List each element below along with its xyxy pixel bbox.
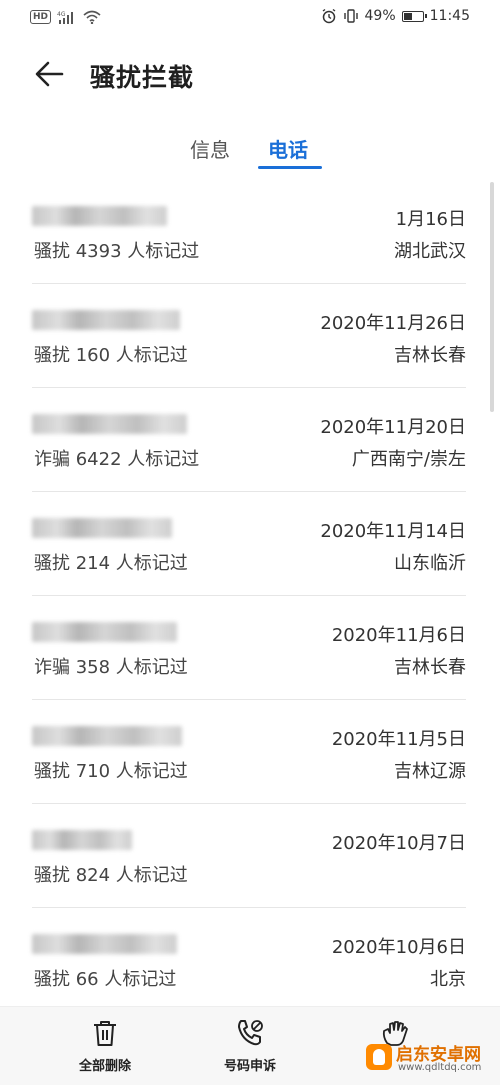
call-date: 2020年11月14日 [320,521,466,542]
scrollbar[interactable] [490,182,494,412]
call-location: 广西南宁/崇左 [351,449,466,470]
clock: 11:45 [429,8,470,24]
wifi-icon [83,10,101,24]
call-tag: 骚扰 214 人标记过 [34,553,188,574]
list-item[interactable]: 2020年10月7日 骚扰 824 人标记过 [0,804,500,908]
app-header: 骚扰拦截 [0,40,500,110]
status-left: HD 4G [30,10,101,24]
vibrate-icon [343,9,358,23]
call-date: 1月16日 [395,209,466,230]
blurred-phone-number [32,414,187,434]
phone-appeal-icon [238,1020,263,1046]
call-tag: 骚扰 710 人标记过 [34,761,188,782]
call-date: 2020年11月6日 [331,625,466,646]
list-item[interactable]: 1月16日 骚扰 4393 人标记过 湖北武汉 [0,180,500,284]
call-date: 2020年10月6日 [331,937,466,958]
battery-icon [401,10,427,22]
number-appeal-label: 号码申诉 [223,1059,276,1074]
call-tag: 骚扰 4393 人标记过 [34,241,200,262]
call-tag: 诈骗 358 人标记过 [34,657,188,678]
blurred-phone-number [32,726,182,746]
call-date: 2020年11月26日 [320,313,466,334]
blurred-phone-number [32,518,172,538]
call-location: 吉林长春 [394,657,466,678]
list-item[interactable]: 2020年11月14日 骚扰 214 人标记过 山东临沂 [0,492,500,596]
call-location: 吉林长春 [394,345,466,366]
status-bar: HD 4G 49% 11:45 [0,0,500,36]
tab-calls[interactable]: 电话 [268,134,308,163]
svg-text:4G: 4G [57,11,66,18]
blurred-phone-number [32,934,177,954]
signal-icon: 4G [57,11,74,24]
call-date: 2020年11月20日 [320,417,466,438]
list-item[interactable]: 2020年11月20日 诈骗 6422 人标记过 广西南宁/崇左 [0,388,500,492]
watermark: 启东安卓网 www.qdltdq.com [366,1040,496,1080]
trash-icon [94,1021,116,1046]
call-location: 吉林辽源 [394,761,466,782]
watermark-url: www.qdltdq.com [398,1062,482,1073]
alarm-icon [322,8,335,24]
call-date: 2020年10月7日 [331,833,466,854]
status-right: 49% 11:45 [321,8,470,24]
back-arrow-icon [35,61,64,87]
call-tag: 诈骗 6422 人标记过 [34,449,200,470]
call-tag: 骚扰 824 人标记过 [34,865,188,886]
call-location: 山东临沂 [394,553,466,574]
page-title: 骚扰拦截 [90,63,195,92]
call-location: 湖北武汉 [394,241,466,262]
battery-percent: 49% [364,8,396,24]
delete-all-label: 全部删除 [78,1059,131,1074]
number-appeal-button[interactable]: 号码申诉 [195,1017,305,1074]
tab-bar: 信息 电话 [0,128,500,169]
list-item[interactable]: 2020年11月5日 骚扰 710 人标记过 吉林辽源 [0,700,500,804]
watermark-logo-icon [366,1044,392,1070]
list-item[interactable]: 2020年10月6日 骚扰 66 人标记过 北京 [0,908,500,1012]
tab-messages[interactable]: 信息 [190,134,230,163]
active-tab-indicator [258,166,322,169]
blurred-phone-number [32,622,177,642]
blurred-phone-number [32,310,180,330]
list-item[interactable]: 2020年11月6日 诈骗 358 人标记过 吉林长春 [0,596,500,700]
delete-all-button[interactable]: 全部删除 [50,1017,160,1074]
list-item[interactable]: 2020年11月26日 骚扰 160 人标记过 吉林长春 [0,284,500,388]
call-tag: 骚扰 160 人标记过 [34,345,188,366]
blurred-phone-number [32,830,132,850]
call-location: 北京 [430,969,466,990]
back-button[interactable] [32,56,68,92]
blurred-phone-number [32,206,167,226]
call-date: 2020年11月5日 [331,729,466,750]
call-tag: 骚扰 66 人标记过 [34,969,177,990]
hd-badge: HD [30,10,52,24]
